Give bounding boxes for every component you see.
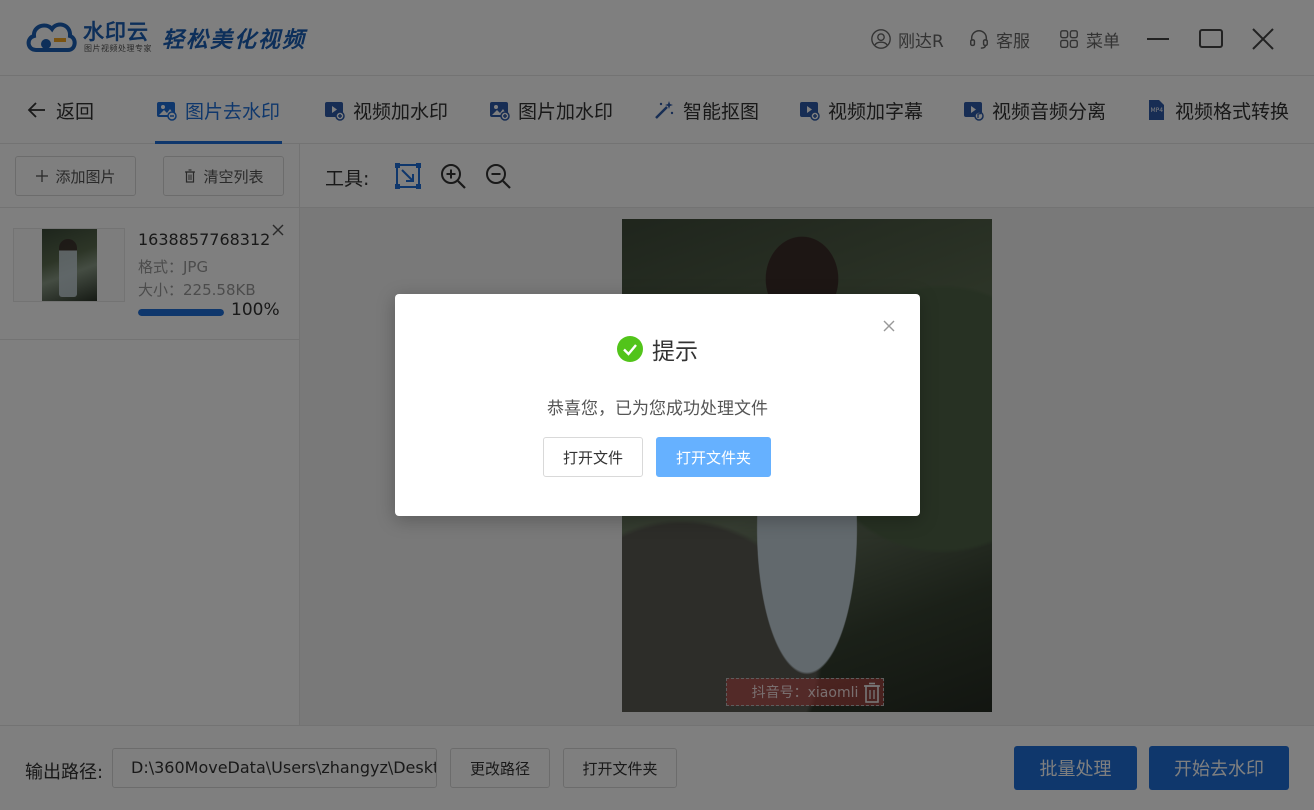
open-file-button[interactable]: 打开文件 [543, 437, 643, 477]
success-dialog: 提示 恭喜您，已为您成功处理文件 打开文件 打开文件夹 [395, 294, 920, 516]
dialog-message: 恭喜您，已为您成功处理文件 [547, 399, 768, 419]
dialog-header: 提示 [395, 332, 920, 366]
open-folder-button[interactable]: 打开文件夹 [656, 437, 771, 477]
success-check-icon [617, 336, 643, 362]
dialog-title: 提示 [652, 339, 698, 365]
